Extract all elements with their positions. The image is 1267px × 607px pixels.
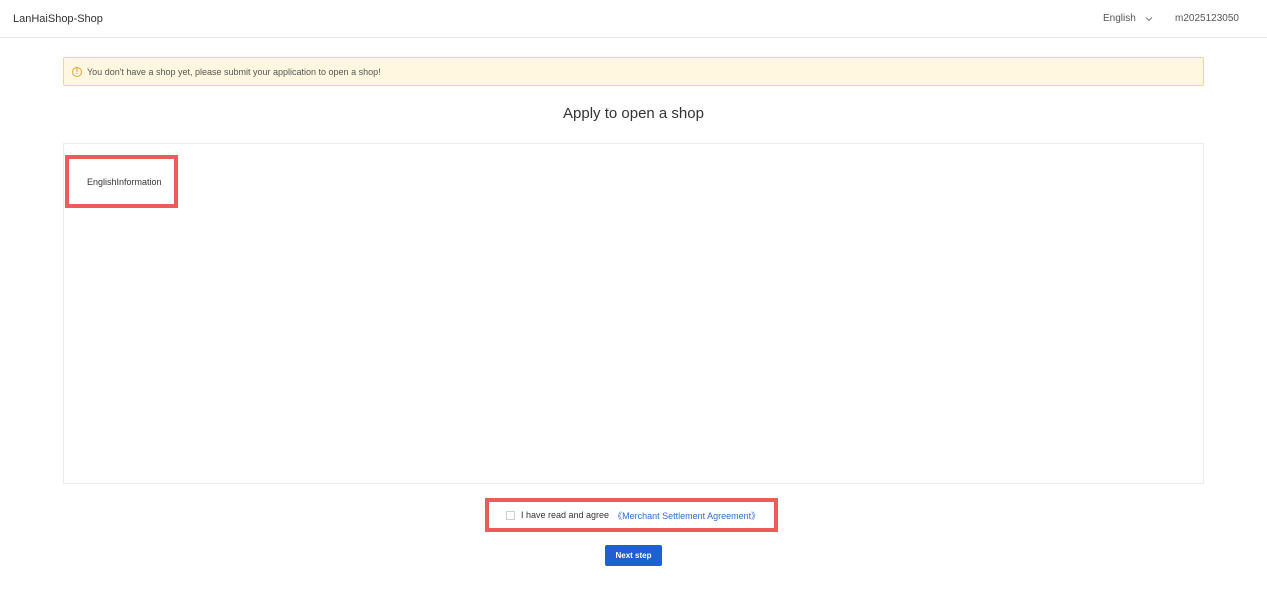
- agree-checkbox[interactable]: [506, 510, 515, 520]
- application-panel: EnglishInformation: [63, 143, 1204, 484]
- chevron-down-icon: [1145, 15, 1153, 23]
- notice-text: You don't have a shop yet, please submit…: [87, 66, 381, 77]
- agreement-row: I have read and agree 《Merchant Settleme…: [485, 498, 778, 532]
- tab-english-information[interactable]: EnglishInformation: [65, 155, 178, 208]
- warning-icon: !: [72, 66, 82, 77]
- tab-label: EnglishInformation: [87, 176, 162, 187]
- agree-text: I have read and agree: [521, 510, 610, 520]
- language-selector[interactable]: English: [1103, 13, 1153, 24]
- top-header: LanHaiShop-Shop English m2025123050: [0, 0, 1267, 38]
- brand-name: LanHaiShop-Shop: [13, 13, 103, 25]
- user-account[interactable]: m2025123050: [1175, 13, 1239, 24]
- next-step-button[interactable]: Next step: [605, 545, 662, 566]
- notice-banner: ! You don't have a shop yet, please subm…: [63, 57, 1204, 86]
- language-label: English: [1103, 13, 1136, 24]
- page-title: Apply to open a shop: [563, 105, 704, 122]
- merchant-agreement-link[interactable]: 《Merchant Settlement Agreement》: [613, 509, 760, 522]
